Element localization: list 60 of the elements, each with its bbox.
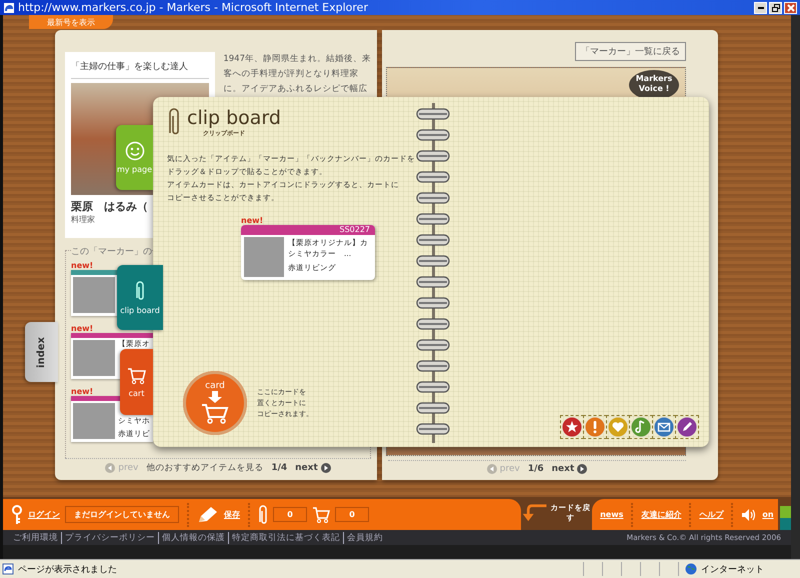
clipboard-tab[interactable]: clip board xyxy=(117,265,163,330)
next-button[interactable]: next xyxy=(295,463,331,473)
item-card[interactable] xyxy=(71,396,117,442)
clipboard-title: clip board xyxy=(187,107,281,129)
cart-count-field: 0 xyxy=(335,507,369,522)
profile-bio: 1947年、静岡県生まれ。結婚後、来 客への手料理が評判となり料理家 に。アイデアあふれるレシピで幅広 xyxy=(223,53,371,96)
page-counter: 1/4 xyxy=(271,463,288,473)
page-icon xyxy=(2,563,14,575)
restore-button[interactable] xyxy=(769,2,782,14)
profile-title: 「主婦の仕事」を楽しむ達人 xyxy=(71,60,210,79)
item-card[interactable] xyxy=(71,333,117,379)
close-button[interactable] xyxy=(784,2,797,14)
new-label: new! xyxy=(71,324,94,333)
close-icon xyxy=(786,4,794,12)
browser-icon xyxy=(3,2,15,14)
footer-link[interactable]: ご利用環境 xyxy=(13,532,58,544)
key-icon xyxy=(11,504,23,524)
card-drop-target[interactable]: card xyxy=(183,371,247,435)
profile-name: 栗原 はるみ（ xyxy=(71,199,149,214)
footer-link[interactable]: 個人情報の保護 xyxy=(158,532,225,544)
smiley-icon xyxy=(124,141,144,161)
more-items-link[interactable]: 他のおすすめアイテムを見る xyxy=(146,462,264,474)
section-title: この「マーカー」の xyxy=(71,245,152,258)
page-counter: 1/6 xyxy=(528,464,544,474)
window-title: http://www.markers.co.jp - Markers - Microsoft Internet Explorer xyxy=(18,1,369,14)
paperclip-icon xyxy=(258,504,268,524)
footer-link[interactable]: 会員規約 xyxy=(343,532,383,544)
cart-drop-icon xyxy=(200,391,230,425)
new-label: new! xyxy=(71,261,94,270)
login-status-field: まだログインしていません xyxy=(65,506,179,523)
photo-placeholder xyxy=(73,340,115,376)
clip-count-field: 0 xyxy=(273,507,307,522)
security-zone-pane: インターネット xyxy=(678,562,800,576)
globe-icon xyxy=(685,563,697,575)
back-to-list-button[interactable]: 「マーカー」一覧に戻る xyxy=(575,42,686,61)
photo-placeholder xyxy=(73,277,115,313)
footer-link[interactable]: 特定商取引法に基づく表記 xyxy=(228,532,340,544)
pencil-icon xyxy=(197,506,219,524)
shopping-cart-icon xyxy=(312,506,330,524)
status-message: ページが表示されました xyxy=(18,564,117,576)
speaker-icon xyxy=(741,508,758,522)
photo-placeholder xyxy=(244,237,284,277)
shopping-cart-icon xyxy=(126,366,146,384)
new-label: new! xyxy=(71,387,94,396)
footer-link[interactable]: プライバシーポリシー xyxy=(61,532,155,544)
cart-tab[interactable]: cart xyxy=(120,349,153,415)
item-card[interactable] xyxy=(71,270,117,316)
minimize-icon xyxy=(758,6,764,8)
next-button[interactable]: next xyxy=(552,464,588,474)
profile-role: 料理家 xyxy=(71,214,96,225)
restore-icon xyxy=(772,4,780,12)
curved-arrow-icon xyxy=(521,502,548,524)
item-code: SS0227 xyxy=(241,225,375,235)
paperclip-icon xyxy=(134,280,146,302)
minimize-button[interactable] xyxy=(754,2,767,14)
paperclip-icon xyxy=(167,107,181,137)
new-label: new! xyxy=(241,216,264,225)
index-tab[interactable]: index xyxy=(25,322,58,382)
photo-placeholder xyxy=(73,403,115,439)
corner-decoration xyxy=(780,506,791,530)
